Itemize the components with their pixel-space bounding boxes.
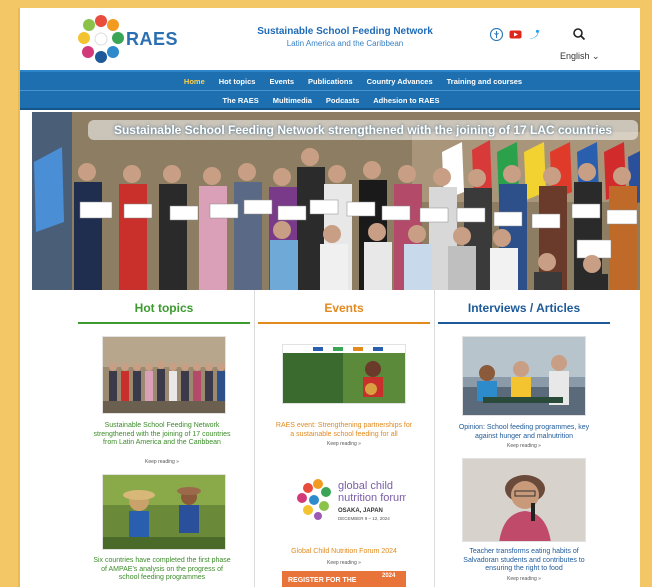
hot-topic-caption-1[interactable]: Sustainable School Feeding Network stren… [92,422,232,448]
hot-topic-keep-reading-1[interactable]: Keep reading » [92,459,232,465]
event-caption-1[interactable]: RAES event: Strengthening partnerships f… [274,422,414,439]
site-header: RAES Sustainable School Feeding Network … [20,8,640,70]
hero-image[interactable]: Sustainable School Feeding Network stren… [32,112,640,290]
site-title-block: Sustainable School Feeding Network Latin… [250,26,440,48]
nav-events[interactable]: Events [269,77,294,86]
article-caption-1[interactable]: Opinion: School feeding programmes, key … [454,424,594,441]
forum-text-line2: nutrition forum [338,492,406,504]
nav-podcasts[interactable]: Podcasts [326,96,359,105]
event-image-3[interactable]: REGISTER FOR THE 2024 [282,571,406,587]
youtube-icon[interactable] [509,28,522,41]
hot-topic-image-2[interactable] [102,474,226,550]
forum-text-line1: global child [338,480,394,492]
article-keep-reading-1[interactable]: Keep reading » [454,443,594,449]
nav-row-primary: Home Hot topics Events Publications Coun… [42,77,640,86]
nav-hot-topics[interactable]: Hot topics [219,77,256,86]
events-heading[interactable]: Events [258,296,430,324]
article-image-1[interactable] [462,336,586,416]
article-image-2[interactable] [462,458,586,542]
hot-topic-caption-2[interactable]: Six countries have completed the first p… [92,557,232,583]
language-selector[interactable]: English ⌄ [560,51,600,62]
nav-training-courses[interactable]: Training and courses [447,77,522,86]
hot-topics-heading[interactable]: Hot topics [78,296,250,324]
article-keep-reading-2[interactable]: Keep reading » [454,576,594,582]
article-caption-2[interactable]: Teacher transforms eating habits of Salv… [454,548,594,574]
site-subtitle: Latin America and the Caribbean [286,39,404,48]
site-title: Sustainable School Feeding Network [257,26,433,37]
search-icon[interactable] [572,27,586,41]
nav-the-raes[interactable]: The RAES [222,96,258,105]
interviews-heading[interactable]: Interviews / Articles [438,296,610,324]
social-links [490,28,541,41]
column-divider-1 [254,290,255,587]
nav-adhesion[interactable]: Adhesion to RAES [373,96,439,105]
column-divider-2 [434,290,435,587]
raes-logo-icon[interactable] [78,14,124,64]
register-banner-text: REGISTER FOR THE [288,577,357,584]
main-navigation: Home Hot topics Events Publications Coun… [20,70,640,110]
hero-headline[interactable]: Sustainable School Feeding Network stren… [88,120,638,140]
fao-icon[interactable] [490,28,503,41]
event-keep-reading-1[interactable]: Keep reading » [274,441,414,447]
event-image-2[interactable]: global child nutrition forum OSAKA, JAPA… [282,466,406,538]
hot-topic-image-1[interactable] [102,336,226,414]
event-image-1[interactable] [282,344,406,404]
nav-multimedia[interactable]: Multimedia [273,96,312,105]
nav-home[interactable]: Home [184,77,205,86]
event-caption-2[interactable]: Global Child Nutrition Forum 2024 [274,548,414,557]
nav-row-secondary: The RAES Multimedia Podcasts Adhesion to… [20,96,640,105]
nav-country-advances[interactable]: Country Advances [367,77,433,86]
register-banner-year: 2024 [382,573,396,579]
forum-dates: DECEMBER 9 – 12, 2024 [338,516,390,521]
browser-page: RAES Sustainable School Feeding Network … [18,8,640,587]
event-keep-reading-2[interactable]: Keep reading » [274,560,414,566]
twitter-icon[interactable] [528,28,541,41]
nav-publications[interactable]: Publications [308,77,353,86]
logo-text[interactable]: RAES [126,29,178,50]
nutrition-forum-logo-icon [297,479,331,520]
nav-divider [20,90,640,91]
forum-location: OSAKA, JAPAN [338,508,383,514]
